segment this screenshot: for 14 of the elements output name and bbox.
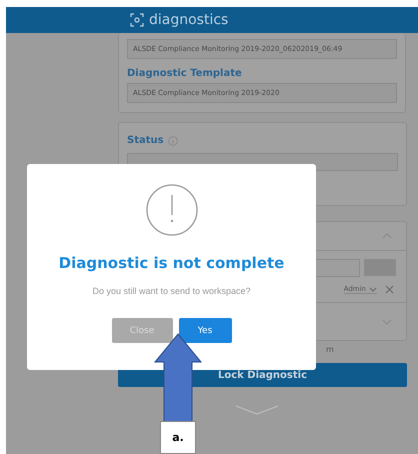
close-icon[interactable] [385, 285, 394, 294]
dialog-message: Do you still want to send to workspace? [92, 286, 251, 296]
partial-text: m [326, 344, 334, 354]
field-label: Status [127, 135, 164, 146]
info-icon[interactable] [168, 136, 178, 146]
dialog-title: Diagnostic is not complete [58, 254, 284, 272]
exclamation-icon [146, 184, 198, 236]
caret-icon [369, 286, 377, 292]
annotation-label: a. [160, 421, 196, 454]
scan-icon [130, 13, 144, 27]
field-label: Diagnostic Template [127, 68, 243, 79]
chevron-down-icon[interactable] [234, 405, 278, 415]
confirm-button[interactable]: Yes [178, 318, 232, 343]
app-title: diagnostics [149, 12, 228, 28]
